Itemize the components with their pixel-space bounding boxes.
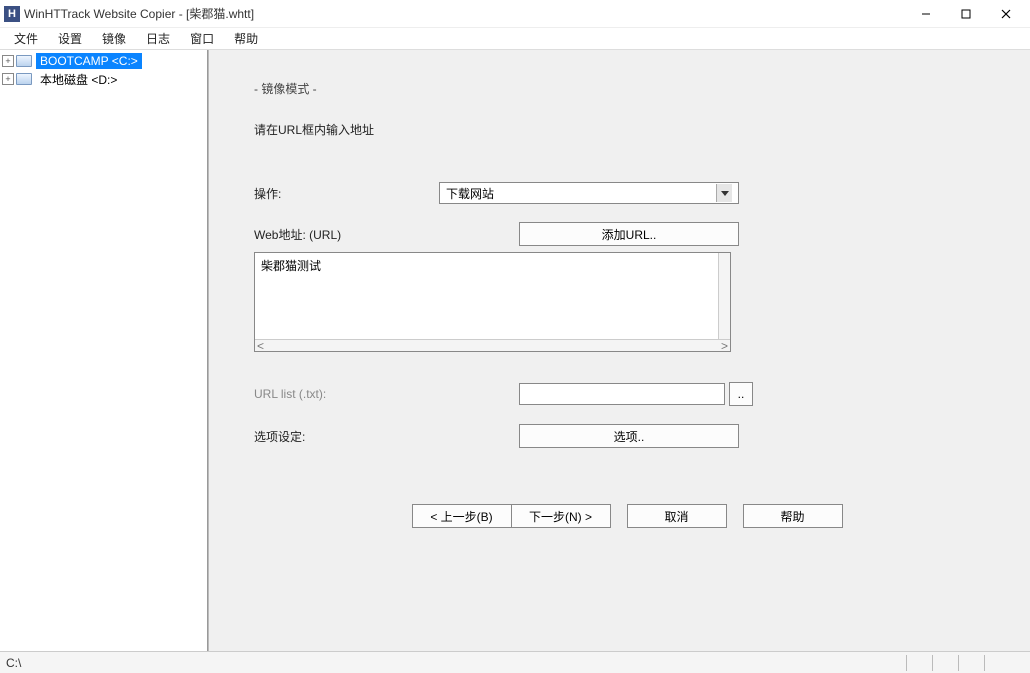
row-url-list: URL list (.txt): .. <box>254 382 1000 406</box>
drive-icon <box>16 73 32 85</box>
menu-mirror[interactable]: 镜像 <box>94 28 134 49</box>
menu-help[interactable]: 帮助 <box>226 28 266 49</box>
scrollbar-vertical[interactable] <box>718 253 730 339</box>
drive-icon <box>16 55 32 67</box>
url-textarea[interactable]: 柴郡猫测试 <> <box>254 252 731 352</box>
status-segment <box>932 655 958 671</box>
status-segment <box>958 655 984 671</box>
status-path: C:\ <box>6 656 21 670</box>
url-list-input[interactable] <box>519 383 725 405</box>
label-options: 选项设定: <box>254 428 439 445</box>
status-segments <box>906 655 1024 671</box>
menu-log[interactable]: 日志 <box>138 28 178 49</box>
window-controls <box>906 0 1026 28</box>
tree-toggle-icon[interactable]: + <box>2 55 14 67</box>
action-select-value: 下载网站 <box>446 185 494 202</box>
close-button[interactable] <box>986 0 1026 28</box>
next-button[interactable]: 下一步(N) > <box>511 504 611 528</box>
mode-hint: 请在URL框内输入地址 <box>254 121 1000 138</box>
wizard-panel: - 镜像模式 - 请在URL框内输入地址 操作: 下载网站 Web地址: (UR… <box>208 50 1030 651</box>
row-action: 操作: 下载网站 <box>254 182 1000 204</box>
tree-row-c[interactable]: + BOOTCAMP <C:> <box>0 52 207 70</box>
window-title: WinHTTrack Website Copier - [柴郡猫.whtt] <box>24 5 254 22</box>
titlebar: H WinHTTrack Website Copier - [柴郡猫.whtt] <box>0 0 1030 28</box>
tree-row-d[interactable]: + 本地磁盘 <D:> <box>0 70 207 88</box>
chevron-down-icon <box>716 184 732 202</box>
wizard-buttons: < 上一步(B) 下一步(N) > 取消 帮助 <box>254 504 1000 528</box>
tree-label-d: 本地磁盘 <D:> <box>36 70 121 89</box>
app-icon: H <box>4 6 20 22</box>
maximize-button[interactable] <box>946 0 986 28</box>
scrollbar-horizontal[interactable]: <> <box>255 339 730 351</box>
menu-window[interactable]: 窗口 <box>182 28 222 49</box>
row-options: 选项设定: 选项.. <box>254 424 1000 448</box>
menu-settings[interactable]: 设置 <box>50 28 90 49</box>
row-web-url: Web地址: (URL) 添加URL.. <box>254 222 1000 246</box>
main-area: + BOOTCAMP <C:> + 本地磁盘 <D:> - 镜像模式 - 请在U… <box>0 50 1030 651</box>
menu-file[interactable]: 文件 <box>6 28 46 49</box>
help-button[interactable]: 帮助 <box>743 504 843 528</box>
label-action: 操作: <box>254 185 439 202</box>
status-segment <box>906 655 932 671</box>
statusbar: C:\ <box>0 651 1030 673</box>
menubar: 文件 设置 镜像 日志 窗口 帮助 <box>0 28 1030 50</box>
status-segment <box>984 655 1024 671</box>
prev-button[interactable]: < 上一步(B) <box>412 504 512 528</box>
add-url-button[interactable]: 添加URL.. <box>519 222 739 246</box>
options-button[interactable]: 选项.. <box>519 424 739 448</box>
drive-tree: + BOOTCAMP <C:> + 本地磁盘 <D:> <box>0 50 208 651</box>
label-web-url: Web地址: (URL) <box>254 226 439 243</box>
tree-label-c: BOOTCAMP <C:> <box>36 53 142 69</box>
mode-title: - 镜像模式 - <box>254 80 1000 97</box>
tree-toggle-icon[interactable]: + <box>2 73 14 85</box>
url-textarea-value: 柴郡猫测试 <box>255 253 718 339</box>
action-select[interactable]: 下载网站 <box>439 182 739 204</box>
label-url-list: URL list (.txt): <box>254 387 439 401</box>
minimize-button[interactable] <box>906 0 946 28</box>
cancel-button[interactable]: 取消 <box>627 504 727 528</box>
browse-button[interactable]: .. <box>729 382 753 406</box>
